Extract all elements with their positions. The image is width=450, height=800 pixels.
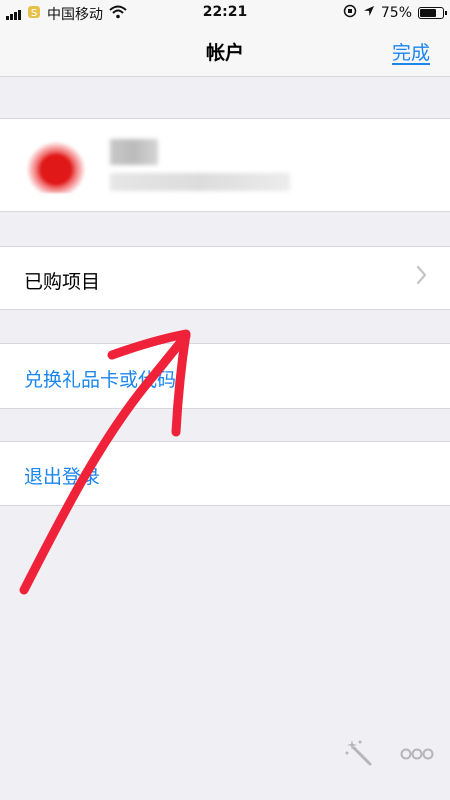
page-title: 帐户 xyxy=(205,42,244,64)
status-right: 75% xyxy=(343,4,447,22)
navigation-bar: 帐户 完成 xyxy=(0,26,450,77)
chevron-right-icon xyxy=(416,265,428,289)
purchased-items-row[interactable]: 已购项目 xyxy=(0,246,450,310)
rotation-lock-icon xyxy=(343,4,357,22)
avatar xyxy=(26,141,86,193)
battery-percent: 75% xyxy=(380,5,412,21)
done-button[interactable]: 完成 xyxy=(392,38,430,65)
account-email-redacted xyxy=(110,173,290,191)
purchased-items-label: 已购项目 xyxy=(24,271,101,293)
sign-out-row[interactable]: 退出登录 xyxy=(0,441,450,506)
redeem-gift-card-label: 兑换礼品卡或代码 xyxy=(24,369,177,391)
more-dots-icon[interactable] xyxy=(400,746,434,765)
bottom-tools xyxy=(344,738,434,772)
status-bar: S 中国移动 22:21 75% xyxy=(0,0,450,26)
account-profile-cell[interactable] xyxy=(0,118,450,212)
sign-out-label: 退出登录 xyxy=(24,466,101,488)
redeem-gift-card-row[interactable]: 兑换礼品卡或代码 xyxy=(0,343,450,409)
magic-wand-icon[interactable] xyxy=(344,738,374,772)
battery-icon xyxy=(418,7,447,19)
location-icon xyxy=(363,5,375,21)
account-name-redacted xyxy=(110,139,158,165)
